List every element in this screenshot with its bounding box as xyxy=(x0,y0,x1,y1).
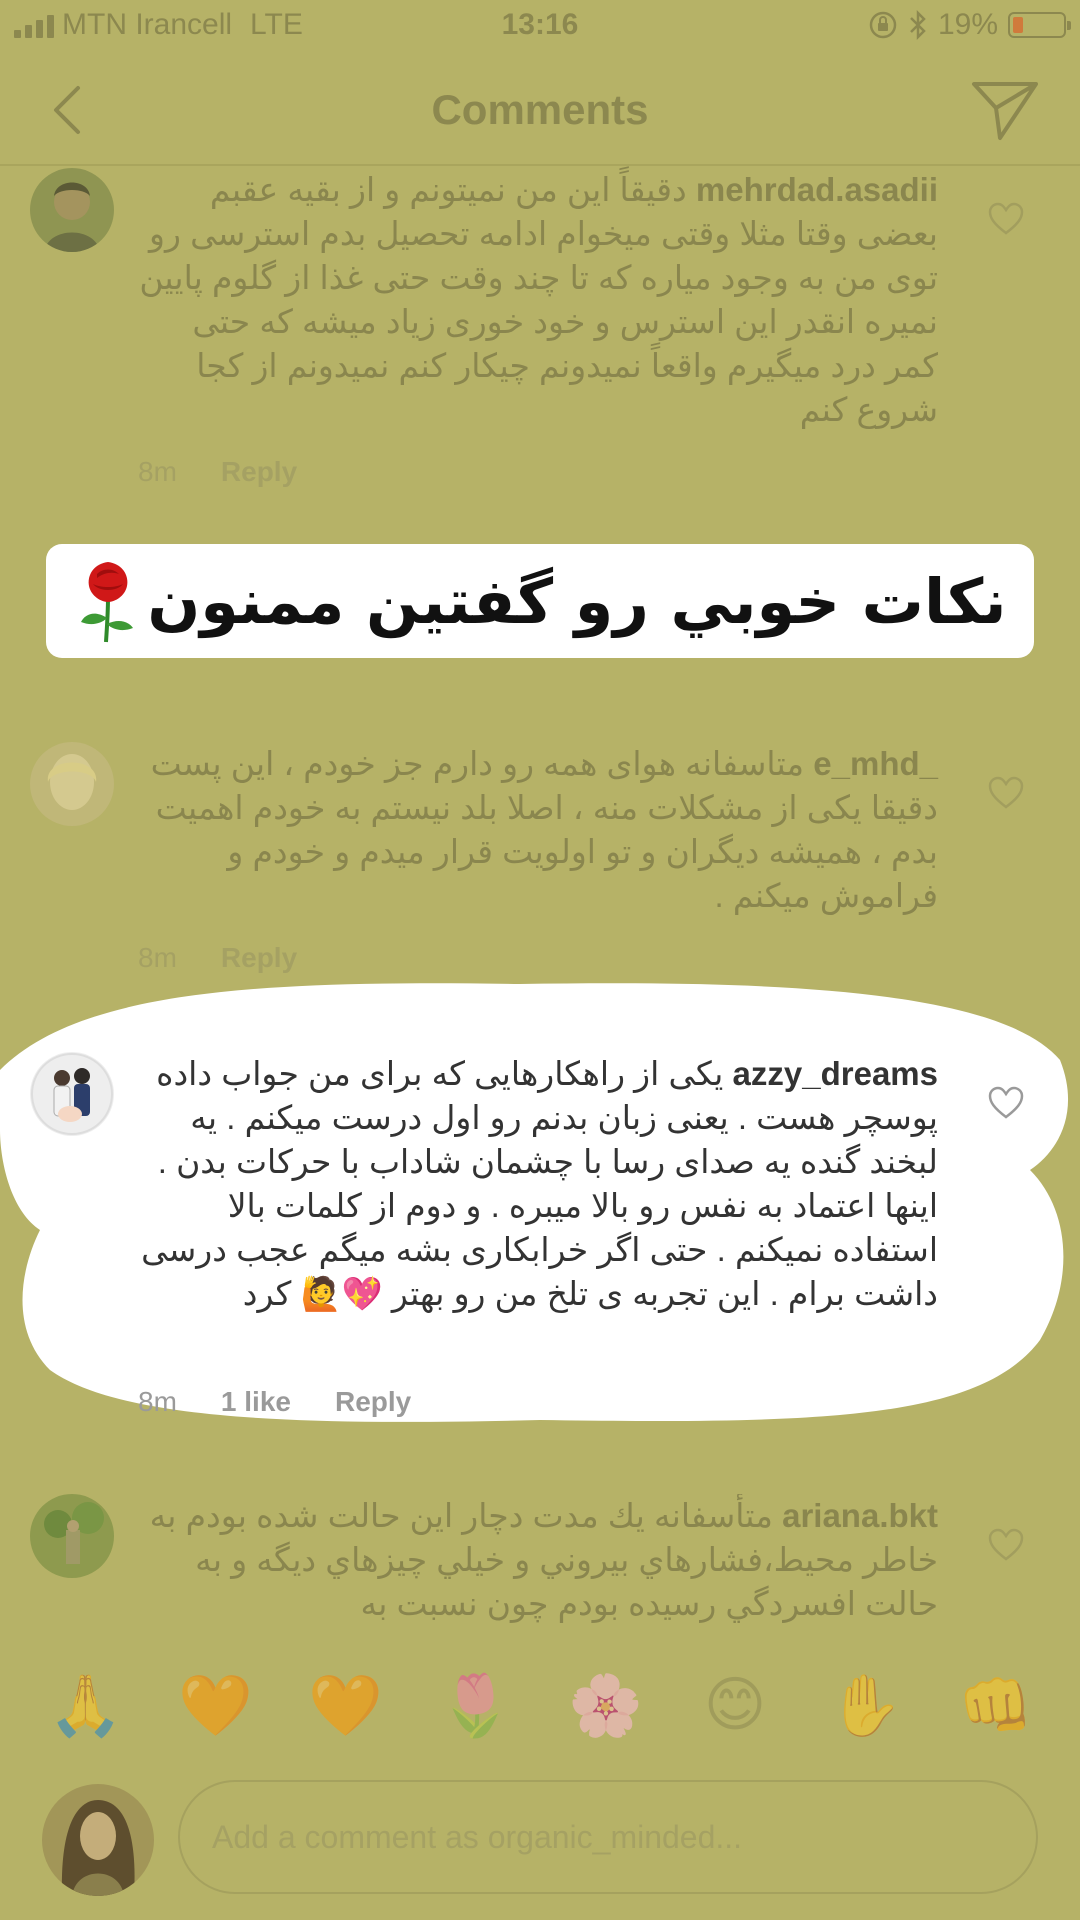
emoji-tulip[interactable]: 🌷 xyxy=(438,1670,513,1741)
emoji-blossom[interactable]: 🌸 xyxy=(568,1670,643,1741)
status-right: 19% xyxy=(868,8,1071,42)
send-icon[interactable] xyxy=(970,78,1040,142)
status-bar: MTN Irancell LTE 13:16 19% xyxy=(0,0,1080,54)
comment-item: azzy_dreams یکی از راهکارهایی که برای من… xyxy=(0,1052,1080,1432)
battery-icon xyxy=(1008,12,1071,38)
user-avatar xyxy=(42,1784,154,1896)
comment-time: 8m xyxy=(138,456,177,487)
banner-text: نكات خوبي رو گفتين ممنون xyxy=(147,564,1007,638)
reply-button[interactable]: Reply xyxy=(335,1386,411,1418)
avatar[interactable] xyxy=(30,1494,114,1578)
emoji-orange-heart[interactable]: 🧡 xyxy=(308,1670,383,1741)
heart-icon[interactable] xyxy=(988,1086,1024,1120)
comment-meta: 8m Reply xyxy=(138,942,297,974)
emoji-pray[interactable]: 🙏 xyxy=(48,1670,123,1741)
comment-username[interactable]: e_mhd_ xyxy=(813,745,938,782)
comment-text: mehrdad.asadii دقیقاً این من نمیتونم و ا… xyxy=(138,168,938,432)
comment-username[interactable]: mehrdad.asadii xyxy=(696,171,938,208)
comment-text: e_mhd_ متاسفانه هوای همه رو دارم جز خودم… xyxy=(138,742,938,918)
comment-item: ariana.bkt متأسفانه يك مدت دچار اين حالت… xyxy=(0,1494,1080,1634)
like-count[interactable]: 1 like xyxy=(221,1386,291,1418)
comment-username[interactable]: ariana.bkt xyxy=(782,1497,938,1534)
reply-button[interactable]: Reply xyxy=(221,456,297,488)
comment-body: دقیقاً این من نمیتونم و از بقیه عقبم بعض… xyxy=(139,171,938,428)
comment-meta: 8m Reply xyxy=(138,456,297,488)
comment-composer: Add a comment as organic_minded... xyxy=(0,1780,1080,1896)
heart-icon[interactable] xyxy=(988,1528,1024,1562)
header: Comments xyxy=(0,54,1080,166)
orientation-lock-icon xyxy=(869,11,897,39)
heart-icon[interactable] xyxy=(988,202,1024,236)
comment-text: ariana.bkt متأسفانه يك مدت دچار اين حالت… xyxy=(138,1494,938,1626)
comment-meta: 8m 1 like Reply xyxy=(138,1386,411,1418)
comment-time: 8m xyxy=(138,1386,177,1417)
emoji-orange-heart[interactable]: 🧡 xyxy=(178,1670,253,1741)
avatar[interactable] xyxy=(30,168,114,252)
emoji-smile[interactable]: 😊 xyxy=(698,1670,772,1740)
battery-percent: 19% xyxy=(937,8,998,41)
avatar[interactable] xyxy=(30,1052,114,1136)
battery-level xyxy=(1013,17,1023,33)
overlay-banner: نكات خوبي رو گفتين ممنون xyxy=(46,544,1034,658)
page-title: Comments xyxy=(431,86,649,133)
emoji-reaction-bar: 🙏 🧡 🧡 🌷 🌸 😊 ✋ 👊 xyxy=(0,1668,1080,1742)
comment-input[interactable]: Add a comment as organic_minded... xyxy=(178,1780,1038,1894)
avatar[interactable] xyxy=(30,742,114,826)
heart-icon[interactable] xyxy=(988,776,1024,810)
bluetooth-icon xyxy=(910,9,926,41)
comment-item: e_mhd_ متاسفانه هوای همه رو دارم جز خودم… xyxy=(0,742,1080,982)
reply-button[interactable]: Reply xyxy=(221,942,297,974)
comment-body: یکی از راهکارهایی که برای من جواب داده پ… xyxy=(141,1055,938,1312)
emoji-fist[interactable]: 👊 xyxy=(958,1670,1033,1741)
emoji-raised-hand[interactable]: ✋ xyxy=(828,1670,903,1741)
rose-icon xyxy=(81,562,134,643)
comment-username[interactable]: azzy_dreams xyxy=(733,1055,938,1092)
comment-text: azzy_dreams یکی از راهکارهایی که برای من… xyxy=(138,1052,938,1316)
comment-time: 8m xyxy=(138,942,177,973)
comment-item: mehrdad.asadii دقیقاً این من نمیتونم و ا… xyxy=(0,168,1080,498)
